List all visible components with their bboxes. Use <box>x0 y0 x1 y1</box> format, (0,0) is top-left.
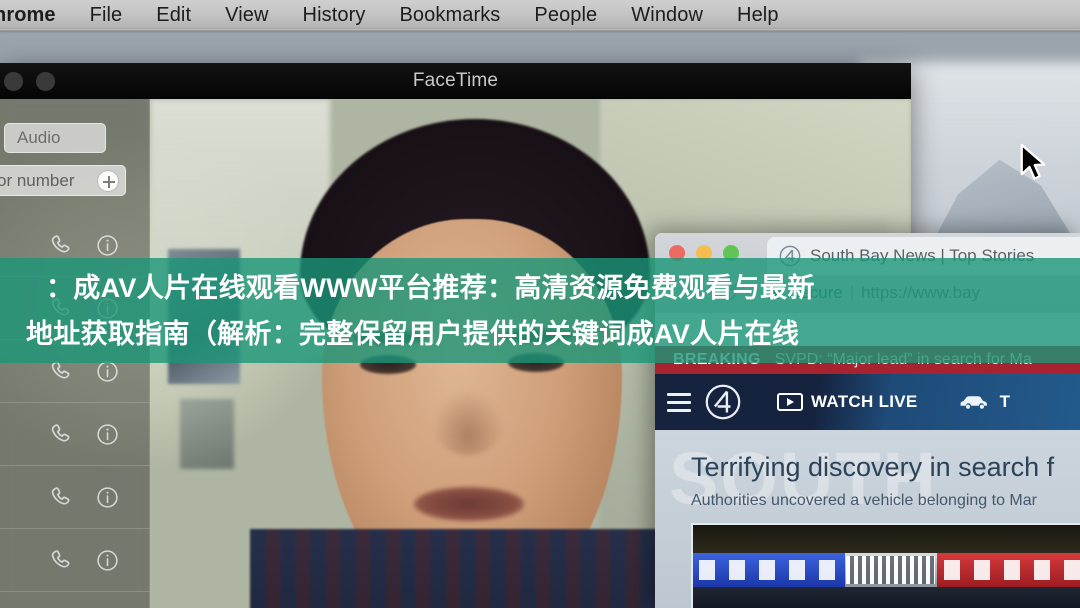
mac-menu-bar[interactable]: hrome File Edit View History Bookmarks P… <box>0 0 1080 31</box>
watch-live-button[interactable]: WATCH LIVE <box>777 392 918 412</box>
contact-row[interactable] <box>0 466 150 529</box>
lightbar-blue <box>693 553 845 587</box>
contact-row[interactable] <box>0 529 150 592</box>
menu-people[interactable]: People <box>517 0 614 31</box>
facetime-search-input[interactable]: or number <box>0 171 97 191</box>
phone-icon[interactable] <box>48 233 73 258</box>
lightbar-graphic <box>693 553 1080 587</box>
play-box-icon <box>777 393 803 411</box>
channel-4-logo-icon[interactable] <box>705 384 741 420</box>
plus-circle-icon[interactable] <box>97 169 119 192</box>
lightbar-center <box>844 553 938 587</box>
phone-icon[interactable] <box>48 422 73 447</box>
menu-file[interactable]: File <box>73 0 140 31</box>
contact-row[interactable] <box>0 592 150 608</box>
traffic-nav-item[interactable]: T <box>958 392 1010 412</box>
video-background-object <box>180 399 234 469</box>
article-subheadline: Authorities uncovered a vehicle belongin… <box>691 492 1037 509</box>
watch-live-label: WATCH LIVE <box>811 392 918 411</box>
lightbar-red <box>937 553 1080 587</box>
news-article[interactable]: SOUTH Terrifying discovery in search f A… <box>655 430 1080 608</box>
menu-chrome[interactable]: hrome <box>0 0 73 31</box>
info-icon[interactable] <box>95 548 120 573</box>
photo-top-band <box>693 525 1080 553</box>
facetime-search-field[interactable]: or number <box>0 165 126 196</box>
article-headline[interactable]: Terrifying discovery in search f <box>691 452 1080 483</box>
contact-row[interactable] <box>0 403 150 466</box>
menu-help[interactable]: Help <box>720 0 796 31</box>
phone-icon[interactable] <box>48 548 73 573</box>
news-site-navbar[interactable]: WATCH LIVE T <box>655 374 1080 430</box>
menu-history[interactable]: History <box>286 0 383 31</box>
arrow-cursor-icon <box>1018 143 1048 183</box>
police-lightbar-photo <box>691 523 1080 608</box>
menu-view[interactable]: View <box>208 0 285 31</box>
menu-window[interactable]: Window <box>614 0 720 31</box>
video-subject-shirt <box>250 529 710 608</box>
overlay-line-2: 地址获取指南（解析：完整保留用户提供的关键词成AV人片在线 <box>26 318 800 349</box>
overlay-line-1: ：成AV人片在线观看WWW平台推荐：高清资源免费观看与最新 <box>46 272 815 303</box>
facetime-audio-tab[interactable]: Audio <box>4 123 106 153</box>
info-icon[interactable] <box>95 485 120 510</box>
screenshot-root: FaceTime Audio or number South Bay News … <box>0 0 1080 608</box>
promo-overlay-banner: ：成AV人片在线观看WWW平台推荐：高清资源免费观看与最新 地址获取指南（解析：… <box>0 258 1080 363</box>
facetime-titlebar[interactable]: FaceTime <box>0 63 911 99</box>
menu-bookmarks[interactable]: Bookmarks <box>382 0 517 31</box>
info-icon[interactable] <box>95 422 120 447</box>
video-subject-nose <box>432 389 504 455</box>
info-icon[interactable] <box>95 233 120 258</box>
phone-icon[interactable] <box>48 485 73 510</box>
hamburger-icon[interactable] <box>667 392 691 412</box>
car-icon <box>958 392 992 412</box>
photo-bottom-band <box>693 587 1080 608</box>
facetime-title: FaceTime <box>412 70 499 91</box>
traffic-label: T <box>999 392 1010 411</box>
menu-edit[interactable]: Edit <box>139 0 208 31</box>
video-subject-mouth <box>414 487 524 521</box>
